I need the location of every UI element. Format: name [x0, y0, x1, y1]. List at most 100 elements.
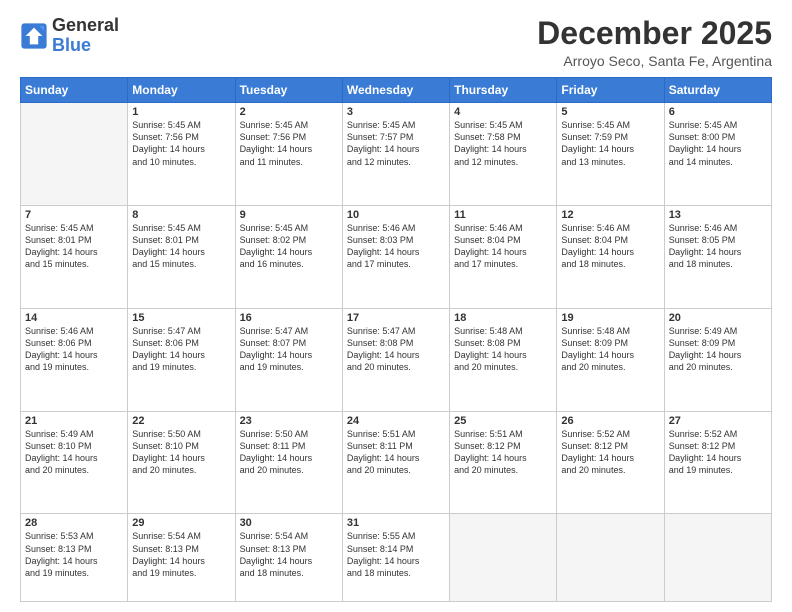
empty-cell: [557, 514, 664, 602]
logo: General Blue: [20, 16, 119, 56]
day-cell-29: 29Sunrise: 5:54 AMSunset: 8:13 PMDayligh…: [128, 514, 235, 602]
weekday-header-tuesday: Tuesday: [235, 78, 342, 103]
day-number-15: 15: [132, 312, 230, 324]
day-cell-9: 9Sunrise: 5:45 AMSunset: 8:02 PMDaylight…: [235, 205, 342, 308]
day-cell-18: 18Sunrise: 5:48 AMSunset: 8:08 PMDayligh…: [450, 308, 557, 411]
weekday-header-monday: Monday: [128, 78, 235, 103]
day-number-1: 1: [132, 106, 230, 118]
day-number-25: 25: [454, 415, 552, 427]
day-cell-2: 2Sunrise: 5:45 AMSunset: 7:56 PMDaylight…: [235, 103, 342, 206]
day-info-7: Sunrise: 5:45 AMSunset: 8:01 PMDaylight:…: [25, 222, 123, 271]
day-cell-10: 10Sunrise: 5:46 AMSunset: 8:03 PMDayligh…: [342, 205, 449, 308]
page: General Blue December 2025 Arroyo Seco, …: [0, 0, 792, 612]
logo-icon: [20, 22, 48, 50]
day-number-31: 31: [347, 517, 445, 529]
weekday-header-thursday: Thursday: [450, 78, 557, 103]
day-info-27: Sunrise: 5:52 AMSunset: 8:12 PMDaylight:…: [669, 428, 767, 477]
day-info-12: Sunrise: 5:46 AMSunset: 8:04 PMDaylight:…: [561, 222, 659, 271]
day-info-3: Sunrise: 5:45 AMSunset: 7:57 PMDaylight:…: [347, 119, 445, 168]
day-info-25: Sunrise: 5:51 AMSunset: 8:12 PMDaylight:…: [454, 428, 552, 477]
weekday-header-saturday: Saturday: [664, 78, 771, 103]
day-info-29: Sunrise: 5:54 AMSunset: 8:13 PMDaylight:…: [132, 530, 230, 579]
day-info-14: Sunrise: 5:46 AMSunset: 8:06 PMDaylight:…: [25, 325, 123, 374]
month-title: December 2025: [537, 16, 772, 51]
day-number-9: 9: [240, 209, 338, 221]
day-cell-24: 24Sunrise: 5:51 AMSunset: 8:11 PMDayligh…: [342, 411, 449, 514]
day-cell-26: 26Sunrise: 5:52 AMSunset: 8:12 PMDayligh…: [557, 411, 664, 514]
weekday-header-friday: Friday: [557, 78, 664, 103]
day-number-5: 5: [561, 106, 659, 118]
day-number-23: 23: [240, 415, 338, 427]
week-row-2: 7Sunrise: 5:45 AMSunset: 8:01 PMDaylight…: [21, 205, 772, 308]
day-cell-3: 3Sunrise: 5:45 AMSunset: 7:57 PMDaylight…: [342, 103, 449, 206]
day-info-30: Sunrise: 5:54 AMSunset: 8:13 PMDaylight:…: [240, 530, 338, 579]
day-cell-1: 1Sunrise: 5:45 AMSunset: 7:56 PMDaylight…: [128, 103, 235, 206]
logo-blue: Blue: [52, 35, 91, 55]
day-number-11: 11: [454, 209, 552, 221]
day-number-24: 24: [347, 415, 445, 427]
day-info-11: Sunrise: 5:46 AMSunset: 8:04 PMDaylight:…: [454, 222, 552, 271]
day-cell-15: 15Sunrise: 5:47 AMSunset: 8:06 PMDayligh…: [128, 308, 235, 411]
logo-text: General Blue: [52, 16, 119, 56]
day-number-2: 2: [240, 106, 338, 118]
day-cell-30: 30Sunrise: 5:54 AMSunset: 8:13 PMDayligh…: [235, 514, 342, 602]
day-number-22: 22: [132, 415, 230, 427]
day-number-8: 8: [132, 209, 230, 221]
day-cell-27: 27Sunrise: 5:52 AMSunset: 8:12 PMDayligh…: [664, 411, 771, 514]
day-number-4: 4: [454, 106, 552, 118]
day-cell-20: 20Sunrise: 5:49 AMSunset: 8:09 PMDayligh…: [664, 308, 771, 411]
day-cell-12: 12Sunrise: 5:46 AMSunset: 8:04 PMDayligh…: [557, 205, 664, 308]
day-info-17: Sunrise: 5:47 AMSunset: 8:08 PMDaylight:…: [347, 325, 445, 374]
day-info-21: Sunrise: 5:49 AMSunset: 8:10 PMDaylight:…: [25, 428, 123, 477]
day-cell-5: 5Sunrise: 5:45 AMSunset: 7:59 PMDaylight…: [557, 103, 664, 206]
day-cell-6: 6Sunrise: 5:45 AMSunset: 8:00 PMDaylight…: [664, 103, 771, 206]
day-info-20: Sunrise: 5:49 AMSunset: 8:09 PMDaylight:…: [669, 325, 767, 374]
day-cell-19: 19Sunrise: 5:48 AMSunset: 8:09 PMDayligh…: [557, 308, 664, 411]
day-cell-16: 16Sunrise: 5:47 AMSunset: 8:07 PMDayligh…: [235, 308, 342, 411]
day-info-13: Sunrise: 5:46 AMSunset: 8:05 PMDaylight:…: [669, 222, 767, 271]
day-number-12: 12: [561, 209, 659, 221]
empty-cell: [21, 103, 128, 206]
day-info-16: Sunrise: 5:47 AMSunset: 8:07 PMDaylight:…: [240, 325, 338, 374]
week-row-5: 28Sunrise: 5:53 AMSunset: 8:13 PMDayligh…: [21, 514, 772, 602]
day-info-18: Sunrise: 5:48 AMSunset: 8:08 PMDaylight:…: [454, 325, 552, 374]
day-cell-4: 4Sunrise: 5:45 AMSunset: 7:58 PMDaylight…: [450, 103, 557, 206]
location-subtitle: Arroyo Seco, Santa Fe, Argentina: [537, 53, 772, 69]
day-info-2: Sunrise: 5:45 AMSunset: 7:56 PMDaylight:…: [240, 119, 338, 168]
weekday-header-sunday: Sunday: [21, 78, 128, 103]
day-number-6: 6: [669, 106, 767, 118]
day-number-7: 7: [25, 209, 123, 221]
day-number-3: 3: [347, 106, 445, 118]
day-cell-8: 8Sunrise: 5:45 AMSunset: 8:01 PMDaylight…: [128, 205, 235, 308]
day-number-16: 16: [240, 312, 338, 324]
empty-cell: [664, 514, 771, 602]
day-number-14: 14: [25, 312, 123, 324]
day-number-30: 30: [240, 517, 338, 529]
day-cell-23: 23Sunrise: 5:50 AMSunset: 8:11 PMDayligh…: [235, 411, 342, 514]
day-cell-25: 25Sunrise: 5:51 AMSunset: 8:12 PMDayligh…: [450, 411, 557, 514]
day-number-27: 27: [669, 415, 767, 427]
week-row-4: 21Sunrise: 5:49 AMSunset: 8:10 PMDayligh…: [21, 411, 772, 514]
title-block: December 2025 Arroyo Seco, Santa Fe, Arg…: [537, 16, 772, 69]
week-row-3: 14Sunrise: 5:46 AMSunset: 8:06 PMDayligh…: [21, 308, 772, 411]
calendar-table: SundayMondayTuesdayWednesdayThursdayFrid…: [20, 77, 772, 602]
day-info-10: Sunrise: 5:46 AMSunset: 8:03 PMDaylight:…: [347, 222, 445, 271]
day-info-1: Sunrise: 5:45 AMSunset: 7:56 PMDaylight:…: [132, 119, 230, 168]
day-info-19: Sunrise: 5:48 AMSunset: 8:09 PMDaylight:…: [561, 325, 659, 374]
day-number-17: 17: [347, 312, 445, 324]
day-info-6: Sunrise: 5:45 AMSunset: 8:00 PMDaylight:…: [669, 119, 767, 168]
day-number-10: 10: [347, 209, 445, 221]
day-cell-13: 13Sunrise: 5:46 AMSunset: 8:05 PMDayligh…: [664, 205, 771, 308]
day-number-28: 28: [25, 517, 123, 529]
logo-general: General: [52, 16, 119, 36]
day-cell-22: 22Sunrise: 5:50 AMSunset: 8:10 PMDayligh…: [128, 411, 235, 514]
day-cell-14: 14Sunrise: 5:46 AMSunset: 8:06 PMDayligh…: [21, 308, 128, 411]
day-cell-7: 7Sunrise: 5:45 AMSunset: 8:01 PMDaylight…: [21, 205, 128, 308]
day-number-13: 13: [669, 209, 767, 221]
day-number-26: 26: [561, 415, 659, 427]
empty-cell: [450, 514, 557, 602]
day-cell-21: 21Sunrise: 5:49 AMSunset: 8:10 PMDayligh…: [21, 411, 128, 514]
day-number-29: 29: [132, 517, 230, 529]
day-info-8: Sunrise: 5:45 AMSunset: 8:01 PMDaylight:…: [132, 222, 230, 271]
weekday-header-row: SundayMondayTuesdayWednesdayThursdayFrid…: [21, 78, 772, 103]
